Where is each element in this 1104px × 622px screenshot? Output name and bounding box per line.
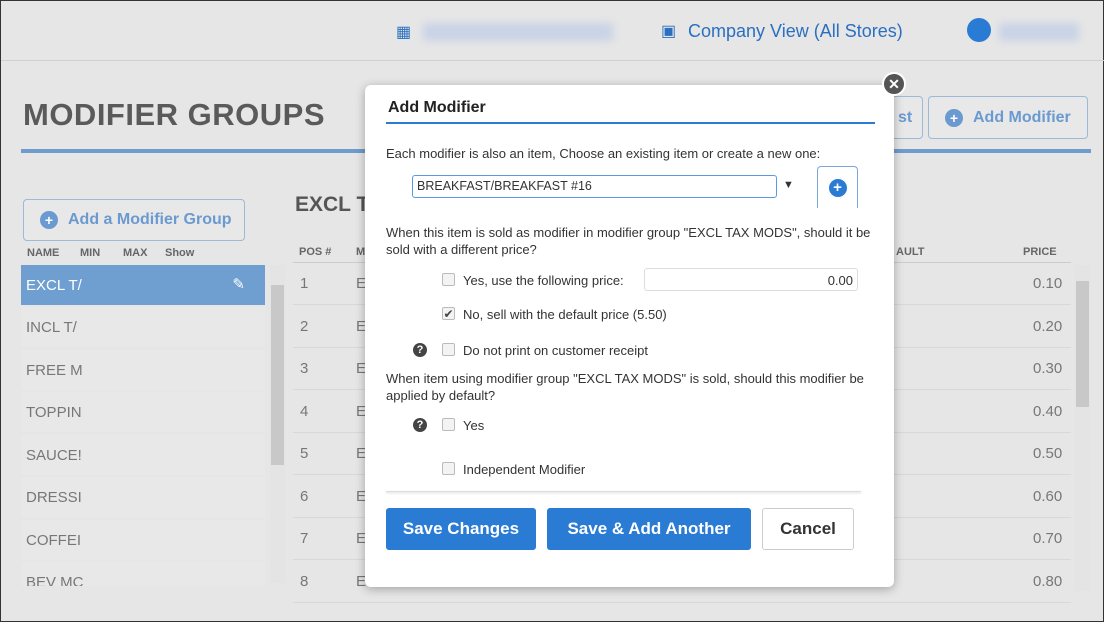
store-icon: ▣: [661, 23, 677, 40]
price-input[interactable]: 0.00: [644, 268, 858, 291]
pos-cell: 4: [300, 402, 309, 420]
plus-icon: +: [40, 211, 58, 229]
intro-text: Each modifier is also an item, Choose an…: [386, 146, 821, 161]
price-cell: 0.10: [1033, 275, 1063, 292]
price-input-value: 0.00: [827, 273, 853, 288]
add-modifier-group-button[interactable]: + Add a Modifier Group: [23, 199, 245, 241]
left-scrollbar[interactable]: [270, 265, 285, 583]
price-question: When this item is sold as modifier in mo…: [386, 225, 871, 257]
group-title: EXCL T: [295, 193, 370, 216]
default-question: When item using modifier group "EXCL TAX…: [386, 371, 864, 403]
company-view-link[interactable]: Company View (All Stores): [688, 21, 903, 42]
dropdown-arrow-icon[interactable]: ▼: [783, 179, 794, 191]
add-modifier-label: Add Modifier: [973, 108, 1071, 126]
default-price-label: No, sell with the default price (5.50): [463, 307, 667, 322]
yes-price-checkbox[interactable]: [442, 273, 455, 286]
save-changes-button[interactable]: Save Changes: [386, 508, 536, 550]
pos-cell: 6: [300, 487, 309, 505]
scroll-divider: [386, 491, 861, 492]
price-cell: 0.60: [1033, 487, 1063, 505]
partial-button-label: st: [898, 108, 913, 126]
item-select-value: BREAKFAST/BREAKFAST #16: [417, 179, 592, 193]
group-row[interactable]: COFFEI: [21, 520, 265, 560]
building-icon: ▦: [396, 24, 412, 41]
apply-default-checkbox[interactable]: [442, 418, 455, 431]
help-icon[interactable]: ?: [413, 418, 427, 432]
pos-cell: 5: [300, 445, 309, 462]
price-cell: 0.50: [1033, 445, 1063, 462]
store-name-blurred[interactable]: [423, 23, 613, 41]
independent-label: Independent Modifier: [463, 462, 586, 477]
page-title: MODIFIER GROUPS: [23, 97, 326, 132]
group-row[interactable]: DRESSI: [21, 477, 265, 517]
price-cell: 0.80: [1033, 572, 1063, 590]
group-row[interactable]: TOPPIN: [21, 392, 265, 432]
no-print-label: Do not print on customer receipt: [463, 343, 648, 358]
user-name-blurred[interactable]: [999, 23, 1079, 41]
plus-icon: +: [945, 108, 963, 127]
col-m: M: [356, 246, 366, 258]
header-divider: [1, 60, 1104, 61]
pos-cell: 3: [300, 360, 309, 377]
group-row[interactable]: INCL T/: [21, 307, 265, 347]
group-name: EXCL T/: [26, 277, 82, 294]
cancel-button[interactable]: Cancel: [762, 508, 854, 550]
col-price: PRICE: [1023, 246, 1057, 258]
default-price-checkbox[interactable]: ✔: [442, 307, 455, 320]
group-row[interactable]: BEV MC: [21, 562, 265, 586]
item-select[interactable]: BREAKFAST/BREAKFAST #16: [412, 175, 777, 198]
col-show[interactable]: Show: [165, 247, 194, 259]
col-max[interactable]: MAX: [123, 247, 147, 259]
group-row[interactable]: SAUCE!: [21, 435, 265, 475]
pos-cell: 2: [300, 317, 309, 335]
yes-price-label: Yes, use the following price:: [463, 273, 624, 288]
no-print-checkbox[interactable]: [442, 343, 455, 356]
col-pos: POS #: [299, 246, 332, 258]
close-icon[interactable]: ✕: [882, 72, 906, 96]
pencil-icon[interactable]: ✎: [232, 275, 245, 293]
create-item-button[interactable]: +: [817, 166, 858, 208]
independent-checkbox[interactable]: [442, 462, 455, 475]
pos-cell: 7: [300, 530, 309, 547]
price-cell: 0.30: [1033, 360, 1063, 377]
col-name[interactable]: NAME: [27, 247, 59, 259]
group-row[interactable]: FREE M: [21, 350, 265, 390]
pos-cell: 1: [300, 275, 309, 292]
price-cell: 0.40: [1033, 402, 1063, 420]
col-min[interactable]: MIN: [80, 247, 100, 259]
group-row-selected[interactable]: EXCL T/ ✎: [21, 265, 265, 305]
price-cell: 0.70: [1033, 530, 1063, 547]
price-cell: 0.20: [1033, 317, 1063, 335]
add-modifier-dialog: Add Modifier Each modifier is also an it…: [365, 85, 894, 587]
user-avatar-icon[interactable]: [967, 18, 991, 42]
col-default: AULT: [896, 246, 925, 258]
dialog-title-underline: [386, 122, 875, 124]
right-scrollbar[interactable]: [1075, 265, 1090, 591]
add-modifier-button[interactable]: + Add Modifier: [928, 96, 1088, 139]
help-icon[interactable]: ?: [413, 343, 427, 357]
plus-icon: +: [828, 179, 847, 197]
save-add-another-button[interactable]: Save & Add Another: [547, 508, 751, 550]
apply-default-label: Yes: [463, 418, 485, 433]
pos-cell: 8: [300, 572, 309, 590]
add-group-label: Add a Modifier Group: [68, 211, 232, 228]
dialog-title: Add Modifier: [388, 99, 486, 116]
